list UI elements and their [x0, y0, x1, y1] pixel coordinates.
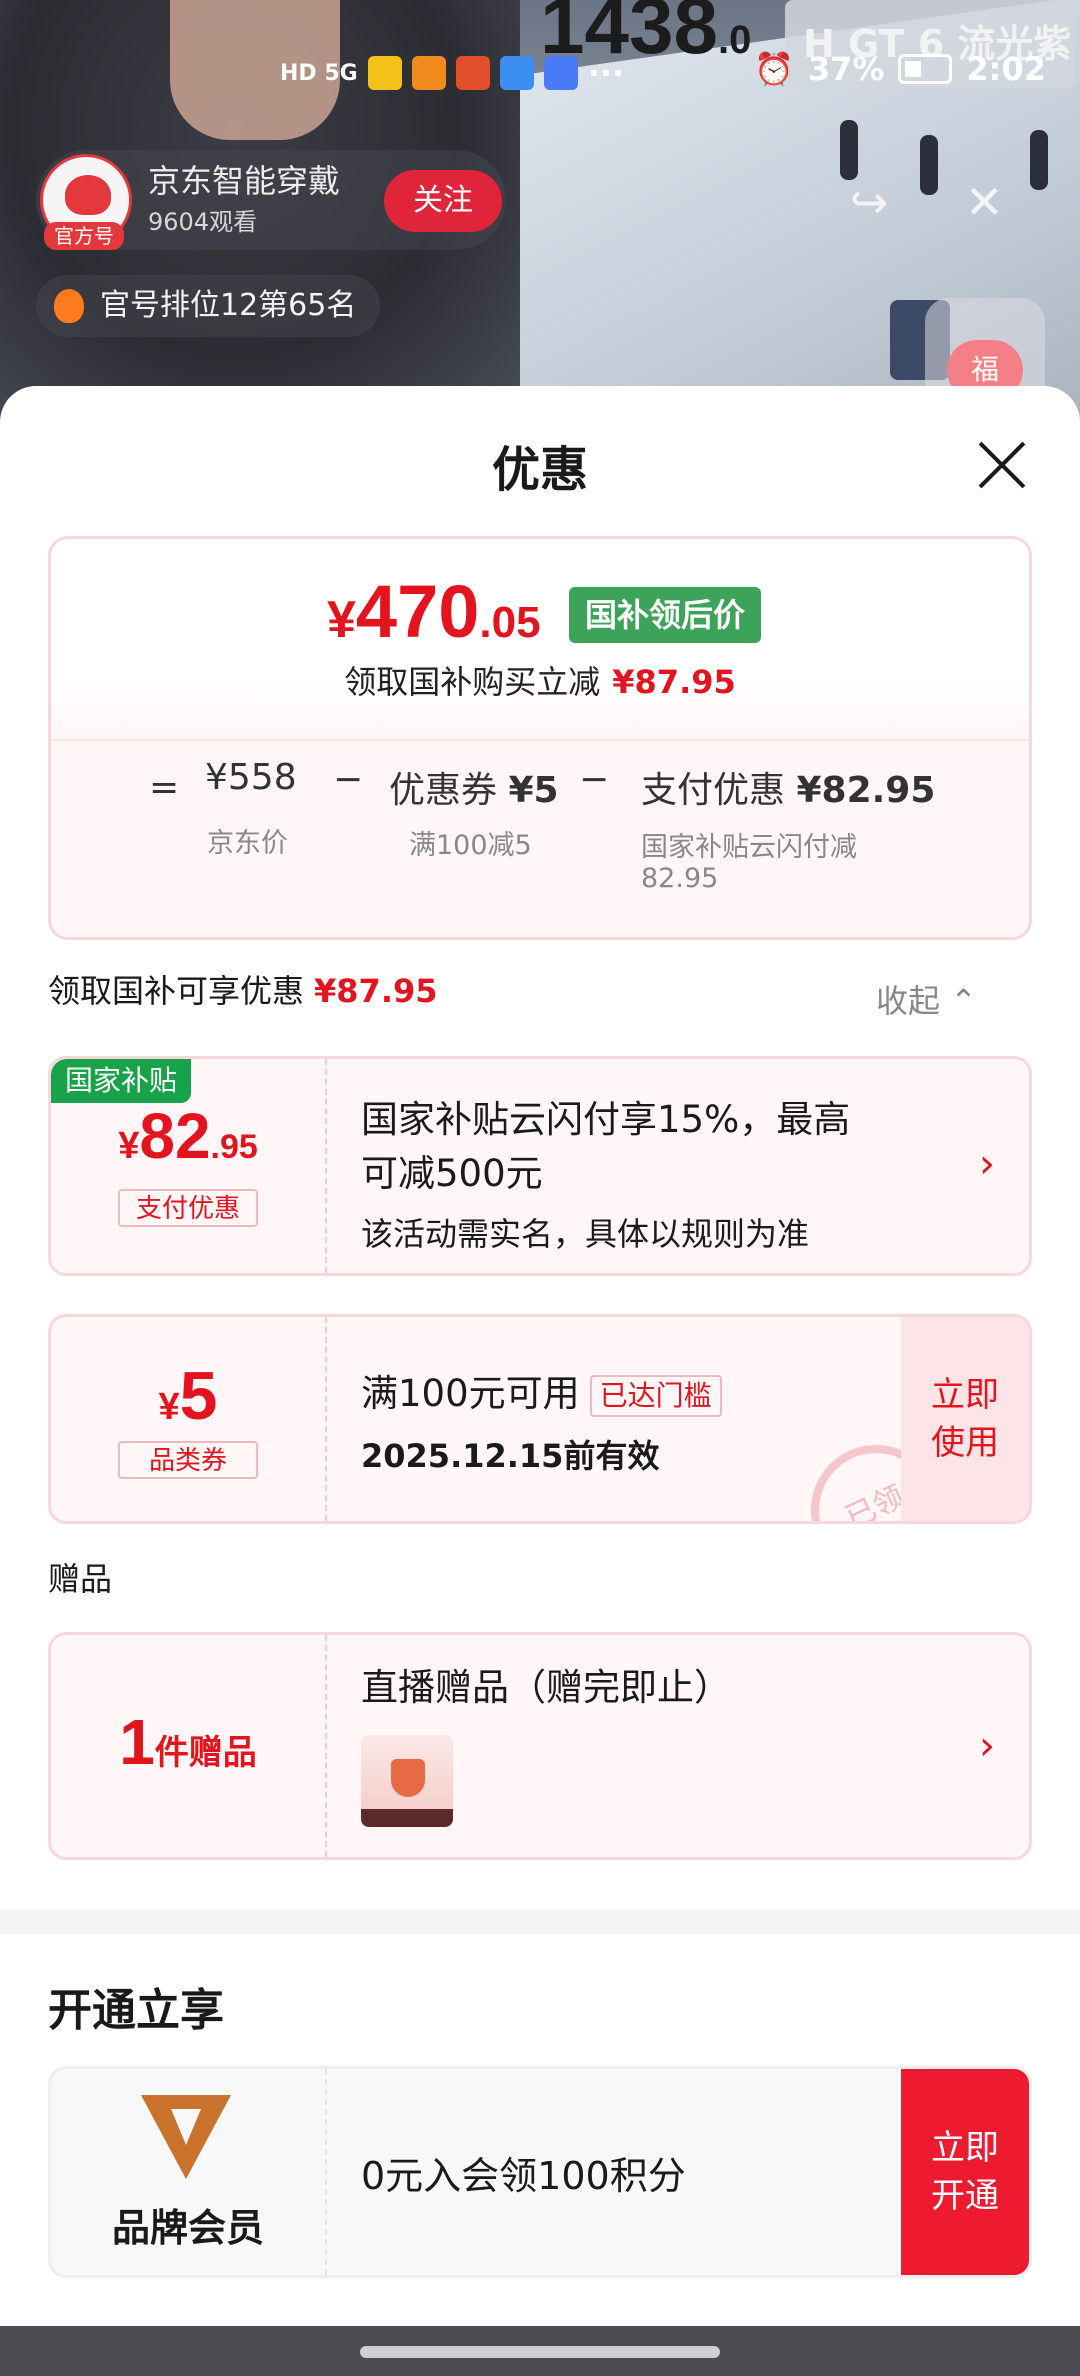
member-name: 品牌会员: [111, 2206, 264, 2250]
gift-count: 1件赠品: [119, 1706, 257, 1778]
gift-section-label: 赠品: [48, 1560, 113, 1598]
member-section-title: 开通立享: [48, 1985, 224, 2036]
join-member-button[interactable]: 立即 开通: [901, 2069, 1029, 2275]
sheet-title: 优惠: [491, 442, 588, 498]
coupon-rule: 满100减5: [409, 830, 532, 861]
network-indicator: HD 5G: [280, 60, 358, 86]
subsidy-note: 该活动需实名，具体以规则为准: [361, 1215, 810, 1253]
skier-figure: [920, 135, 938, 195]
category-coupon-card: ¥5 品类券 满100元可用 已达门槛 2025.12.15前有效 已领 立即 使用: [48, 1314, 1032, 1524]
gift-title: 直播赠品（赠完即止）: [361, 1666, 731, 1709]
subsidy-amount: ¥82.95: [118, 1100, 258, 1172]
gift-card[interactable]: 1件赠品 直播赠品（赠完即止） ›: [48, 1632, 1032, 1860]
more-notifications-icon: ···: [587, 54, 625, 92]
collapse-toggle[interactable]: 收起 ⌃: [876, 976, 977, 1022]
battery-percent: 37%: [807, 50, 885, 88]
flame-icon: [54, 289, 84, 323]
follow-button[interactable]: 关注: [384, 170, 502, 232]
subsidy-price-tag: 国补领后价: [569, 587, 762, 643]
discount-sheet: 优惠 ¥470.05 国补领后价 领取国补购买立减 ¥87.95 = ¥558 京…: [0, 386, 1080, 2326]
subsidy-line2: 可减500元: [361, 1152, 543, 1195]
pay-rule-line1: 国家补贴云闪付减: [641, 832, 857, 863]
chevron-right-icon[interactable]: ›: [979, 1723, 995, 1769]
app-notification-icon: [367, 56, 402, 90]
official-badge: 官方号: [44, 222, 124, 250]
rank-badge[interactable]: 官号排位12第65名: [36, 275, 381, 337]
minus-sign: −: [333, 759, 364, 800]
equals-sign: =: [149, 767, 180, 808]
subsidy-line1: 国家补贴云闪付享15%，最高: [361, 1098, 851, 1141]
status-right: ⏰ 37% 2:02: [754, 50, 1046, 88]
section-separator: [0, 1910, 1080, 1934]
skier-figure: [1030, 130, 1048, 190]
final-price: ¥470.05: [327, 570, 541, 653]
instant-discount: 领取国补购买立减 ¥87.95: [344, 663, 736, 701]
skier-figure: [840, 120, 858, 180]
app-notification-icon: [411, 56, 446, 90]
app-notification-icon: [543, 56, 578, 90]
cloud-icon: [499, 56, 534, 90]
close-icon[interactable]: ✕: [965, 175, 1004, 229]
app-notification-icon: [455, 56, 490, 90]
price-summary-card: ¥470.05 国补领后价 领取国补购买立减 ¥87.95 = ¥558 京东价 …: [48, 536, 1032, 940]
minus-sign: −: [579, 759, 610, 800]
share-icon[interactable]: ↪: [850, 175, 889, 229]
brand-logo-icon: [141, 2095, 231, 2179]
shield-icon: [391, 1759, 425, 1797]
coupon-condition: 满100元可用 已达门槛: [361, 1367, 722, 1421]
jd-price-label: 京东价: [207, 828, 288, 859]
benefits-label: 领取国补可享优惠 ¥87.95: [48, 972, 438, 1010]
threshold-reached-tag: 已达门槛: [589, 1374, 722, 1417]
thumbnail-banner: [361, 1809, 453, 1827]
status-icons: HD 5G ···: [280, 54, 624, 92]
coupon-type-tag: 品类券: [118, 1441, 258, 1479]
battery-icon: [898, 54, 953, 84]
home-indicator[interactable]: [360, 2346, 720, 2358]
close-icon[interactable]: [975, 438, 1029, 492]
chevron-right-icon[interactable]: ›: [979, 1141, 995, 1187]
pay-rule-line2: 82.95: [641, 863, 719, 894]
coupon-validity: 2025.12.15前有效: [361, 1437, 660, 1475]
use-coupon-button[interactable]: 立即 使用: [901, 1317, 1029, 1521]
coupon-breakdown: 优惠券 ¥5: [389, 770, 559, 811]
card-divider: [325, 1059, 327, 1273]
subsidy-corner-tag: 国家补贴: [51, 1059, 192, 1103]
pay-breakdown: 支付优惠 ¥82.95: [641, 770, 936, 811]
alarm-icon: ⏰: [753, 50, 794, 88]
card-divider: [325, 1635, 327, 1857]
viewer-count: 9604观看: [148, 208, 258, 236]
card-divider: [325, 1317, 327, 1521]
streamer-name: 京东智能穿戴: [148, 162, 341, 200]
gift-thumbnail[interactable]: [361, 1735, 453, 1827]
coupon-amount: ¥5: [158, 1358, 218, 1434]
rank-text: 官号排位12第65名: [100, 288, 357, 323]
status-bar: HD 5G ··· ⏰ 37% 2:02: [0, 50, 1080, 100]
avatar-mascot: [65, 175, 111, 215]
navigation-bar: [0, 2326, 1080, 2376]
subsidy-type-tag: 支付优惠: [118, 1189, 258, 1227]
clock: 2:02: [966, 50, 1046, 88]
subsidy-card[interactable]: 国家补贴 ¥82.95 支付优惠 国家补贴云闪付享15%，最高 可减500元 该…: [48, 1056, 1032, 1276]
card-divider: [325, 2069, 327, 2275]
member-offer: 0元入会领100积分: [361, 2154, 686, 2198]
jd-price: ¥558: [205, 757, 297, 798]
brand-member-card: 品牌会员 0元入会领100积分 立即 开通: [48, 2066, 1032, 2278]
